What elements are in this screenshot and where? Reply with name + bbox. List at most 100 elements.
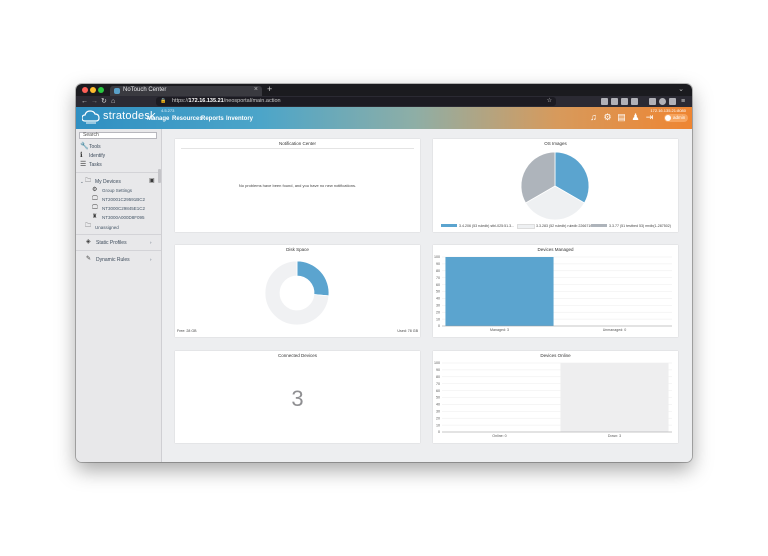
tree-item-group-settings[interactable]: Group Settings bbox=[102, 188, 132, 193]
sidebar-divider bbox=[76, 172, 161, 173]
back-icon[interactable]: ← bbox=[81, 96, 88, 107]
y-tick-label: 100 bbox=[434, 255, 440, 259]
devices-online-card: Devices Online 0 10 20 30 40 50 60 70 80 90 100 Onl… bbox=[433, 351, 678, 443]
os-images-card: OS Images 3.4.206 (53 ruledb) stbl-025:5… bbox=[433, 139, 678, 232]
y-tick-label: 60 bbox=[436, 389, 440, 393]
connected-devices-card: Connected Devices 3 bbox=[175, 351, 420, 443]
user-menu[interactable]: admin bbox=[664, 114, 688, 122]
app-header: stratodesk 4.5.273 Manage Resources Repo… bbox=[76, 107, 692, 129]
sidebar-toggle-icon[interactable] bbox=[621, 98, 628, 105]
legend-label: 3.4.206 (53 ruledb) stbl-025:51.3... bbox=[459, 224, 515, 228]
notification-message: No problems have been found, and you hav… bbox=[238, 183, 357, 188]
tree-item-device[interactable]: NT3000C29845E1C2 bbox=[102, 206, 145, 211]
y-tick-label: 50 bbox=[436, 290, 440, 294]
reload-icon[interactable]: ↻ bbox=[101, 96, 107, 107]
settings-gear-icon: ⚙ bbox=[92, 187, 98, 193]
url-text: https://172.16.135.21/neosportal/main.ac… bbox=[172, 98, 281, 104]
disk-space-donut bbox=[264, 260, 330, 326]
y-tick-label: 80 bbox=[436, 269, 440, 273]
sidebar-scrollbar[interactable] bbox=[158, 169, 161, 183]
y-tick-label: 0 bbox=[438, 430, 440, 434]
tab-title: NoTouch Center bbox=[123, 87, 167, 93]
y-tick-label: 30 bbox=[436, 410, 440, 414]
sidebar-static-profiles[interactable]: Static Profiles bbox=[96, 240, 127, 246]
x-tick-label: Down: 3 bbox=[608, 434, 621, 438]
card-divider bbox=[181, 148, 414, 149]
tree-item-device[interactable]: NT3000A000D8F095 bbox=[102, 215, 145, 220]
settings-gear-icon[interactable]: ⚙ bbox=[603, 113, 612, 122]
reader-icon[interactable] bbox=[631, 98, 638, 105]
bar bbox=[445, 257, 554, 326]
device-tower-icon: ♜ bbox=[92, 214, 98, 220]
folder-icon: 🗀 bbox=[85, 178, 92, 184]
account-icon[interactable] bbox=[659, 98, 666, 105]
y-tick-label: 100 bbox=[434, 361, 440, 365]
bookmark-star-icon[interactable]: ☆ bbox=[547, 97, 552, 106]
add-folder-icon[interactable]: ▣ bbox=[149, 178, 155, 185]
bar bbox=[560, 363, 669, 432]
sidebar-item-identify[interactable]: Identify bbox=[89, 153, 105, 159]
sidebar-divider bbox=[76, 250, 161, 251]
x-tick-label: Online: 0 bbox=[492, 434, 506, 438]
legend-label: 3.3.77 (51 testbed 53) mrdb(1-287502) bbox=[609, 224, 671, 228]
sidebar-item-tasks[interactable]: Tasks bbox=[89, 162, 102, 168]
legend-label: 3.3.283 (52 ruledb) ruledb 2266710... bbox=[536, 224, 596, 228]
lock-icon: 🔒 bbox=[160, 98, 167, 104]
disk-used-label: Used: 78 GB bbox=[397, 329, 418, 333]
document-icon[interactable]: ▤ bbox=[617, 113, 626, 122]
chevron-right-icon[interactable]: › bbox=[150, 257, 152, 262]
y-tick-label: 60 bbox=[436, 283, 440, 287]
chevron-right-icon[interactable]: › bbox=[150, 240, 152, 245]
menu-icon[interactable]: ≡ bbox=[681, 96, 685, 107]
logout-icon[interactable]: ⇥ bbox=[645, 113, 654, 122]
minimize-window-dot[interactable] bbox=[90, 87, 96, 93]
browser-tab[interactable]: NoTouch Center × bbox=[110, 86, 262, 96]
new-tab-icon[interactable]: + bbox=[267, 84, 272, 95]
y-tick-label: 70 bbox=[436, 382, 440, 386]
list-icon: ☰ bbox=[80, 161, 87, 168]
extension-icon[interactable] bbox=[649, 98, 656, 105]
monitor-icon: 🖵 bbox=[92, 196, 98, 202]
disk-space-card: Disk Space Free: 28 GB Used: 78 GB bbox=[175, 245, 420, 337]
download-icon[interactable] bbox=[601, 98, 608, 105]
cloud-logo-icon bbox=[82, 110, 100, 124]
os-images-pie bbox=[520, 151, 590, 221]
forward-icon[interactable]: → bbox=[91, 96, 98, 107]
search-input[interactable]: Search bbox=[79, 132, 157, 139]
pencil-icon: ✎ bbox=[86, 256, 92, 262]
tree-item-device[interactable]: NT20001C29591BC2 bbox=[102, 197, 145, 202]
y-tick-label: 40 bbox=[436, 403, 440, 407]
x-tick-label: Managed: 3 bbox=[490, 328, 509, 332]
bell-icon[interactable]: ♫ bbox=[589, 113, 598, 122]
x-tick-label: Unmanaged: 0 bbox=[603, 328, 627, 332]
y-tick-label: 70 bbox=[436, 276, 440, 280]
diamond-icon: ◈ bbox=[86, 239, 91, 245]
y-tick-label: 20 bbox=[436, 416, 440, 420]
notification-center-card: Notification Center No problems have bee… bbox=[175, 139, 420, 232]
devices-online-chart: 0 10 20 30 40 50 60 70 80 90 100 Online: 0 Down: 3 bbox=[434, 361, 672, 438]
close-window-dot[interactable] bbox=[82, 87, 88, 93]
sidebar-item-tools[interactable]: Tools bbox=[89, 144, 101, 150]
library-icon[interactable] bbox=[611, 98, 618, 105]
tab-favicon-icon bbox=[114, 88, 120, 94]
tab-close-icon[interactable]: × bbox=[254, 86, 258, 93]
menu-resources[interactable]: Resources bbox=[172, 116, 203, 122]
sidebar-dynamic-rules[interactable]: Dynamic Rules bbox=[96, 257, 130, 263]
tree-my-devices[interactable]: My Devices bbox=[95, 179, 121, 185]
browser-toolbar: ← → ↻ ⌂ 🔒 https://172.16.135.21/neosport… bbox=[76, 96, 692, 107]
tree-collapse-icon[interactable]: ⌄ bbox=[80, 179, 84, 185]
devices-managed-chart: 0 10 20 30 40 50 60 70 80 90 100 Managed: 3 Unmanage… bbox=[434, 255, 672, 332]
users-icon[interactable]: ♟ bbox=[631, 113, 640, 122]
maximize-window-dot[interactable] bbox=[98, 87, 104, 93]
y-tick-label: 80 bbox=[436, 375, 440, 379]
menu-manage[interactable]: Manage bbox=[147, 116, 169, 122]
tree-unassigned[interactable]: Unassigned bbox=[95, 225, 119, 230]
app-version: 4.5.273 bbox=[161, 108, 175, 113]
menu-reports[interactable]: Reports bbox=[201, 116, 224, 122]
tab-list-chevron-icon[interactable]: ⌄ bbox=[678, 85, 684, 93]
home-icon[interactable]: ⌂ bbox=[111, 96, 115, 107]
disk-free-label: Free: 28 GB bbox=[177, 329, 197, 333]
address-bar[interactable]: 🔒 https://172.16.135.21/neosportal/main.… bbox=[156, 97, 556, 106]
menu-inventory[interactable]: Inventory bbox=[226, 116, 253, 122]
share-icon[interactable] bbox=[669, 98, 676, 105]
